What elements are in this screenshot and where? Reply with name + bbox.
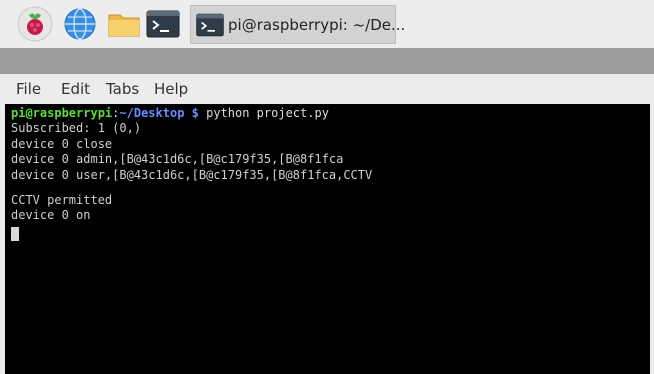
output-line: device 0 admin,[B@43c1d6c,[B@c179f35,[B@… — [11, 152, 344, 166]
menu-tabs[interactable]: Tabs — [106, 80, 139, 98]
prompt-line: pi@raspberrypi:~/Desktop $ python projec… — [11, 106, 329, 121]
window-titlebar[interactable] — [0, 48, 654, 74]
output-line: device 0 on — [11, 208, 91, 222]
output-line: Subscribed: 1 (0,) — [11, 121, 142, 135]
output-line: device 0 close — [11, 137, 113, 151]
menu-help[interactable]: Help — [154, 80, 188, 98]
text-cursor — [11, 227, 19, 241]
output-line: CCTV permitted — [11, 193, 113, 207]
terminal-output[interactable]: pi@raspberrypi:~/Desktop $ python projec… — [5, 104, 650, 374]
command-text: python project.py — [198, 106, 329, 120]
prompt-path: ~/Desktop $ — [119, 106, 199, 120]
output-line: device 0 user,[B@43c1d6c,[B@c179f35,[B@8… — [11, 168, 373, 182]
menu-file[interactable]: File — [16, 80, 41, 98]
taskbar: pi@raspberrypi: ~/De... — [0, 0, 654, 48]
terminal-icon[interactable] — [145, 6, 181, 42]
active-task-label: pi@raspberrypi: ~/De... — [228, 16, 406, 34]
prompt-user: pi@raspberrypi — [11, 106, 113, 120]
globe-browser-icon[interactable] — [62, 6, 98, 42]
menu-edit[interactable]: Edit — [61, 80, 90, 98]
active-task-terminal[interactable]: pi@raspberrypi: ~/De... — [190, 5, 405, 44]
terminal-icon — [196, 13, 224, 37]
menu-bar: File Edit Tabs Help — [0, 74, 654, 104]
raspberry-menu-icon[interactable] — [17, 6, 53, 42]
folder-icon[interactable] — [106, 6, 142, 42]
